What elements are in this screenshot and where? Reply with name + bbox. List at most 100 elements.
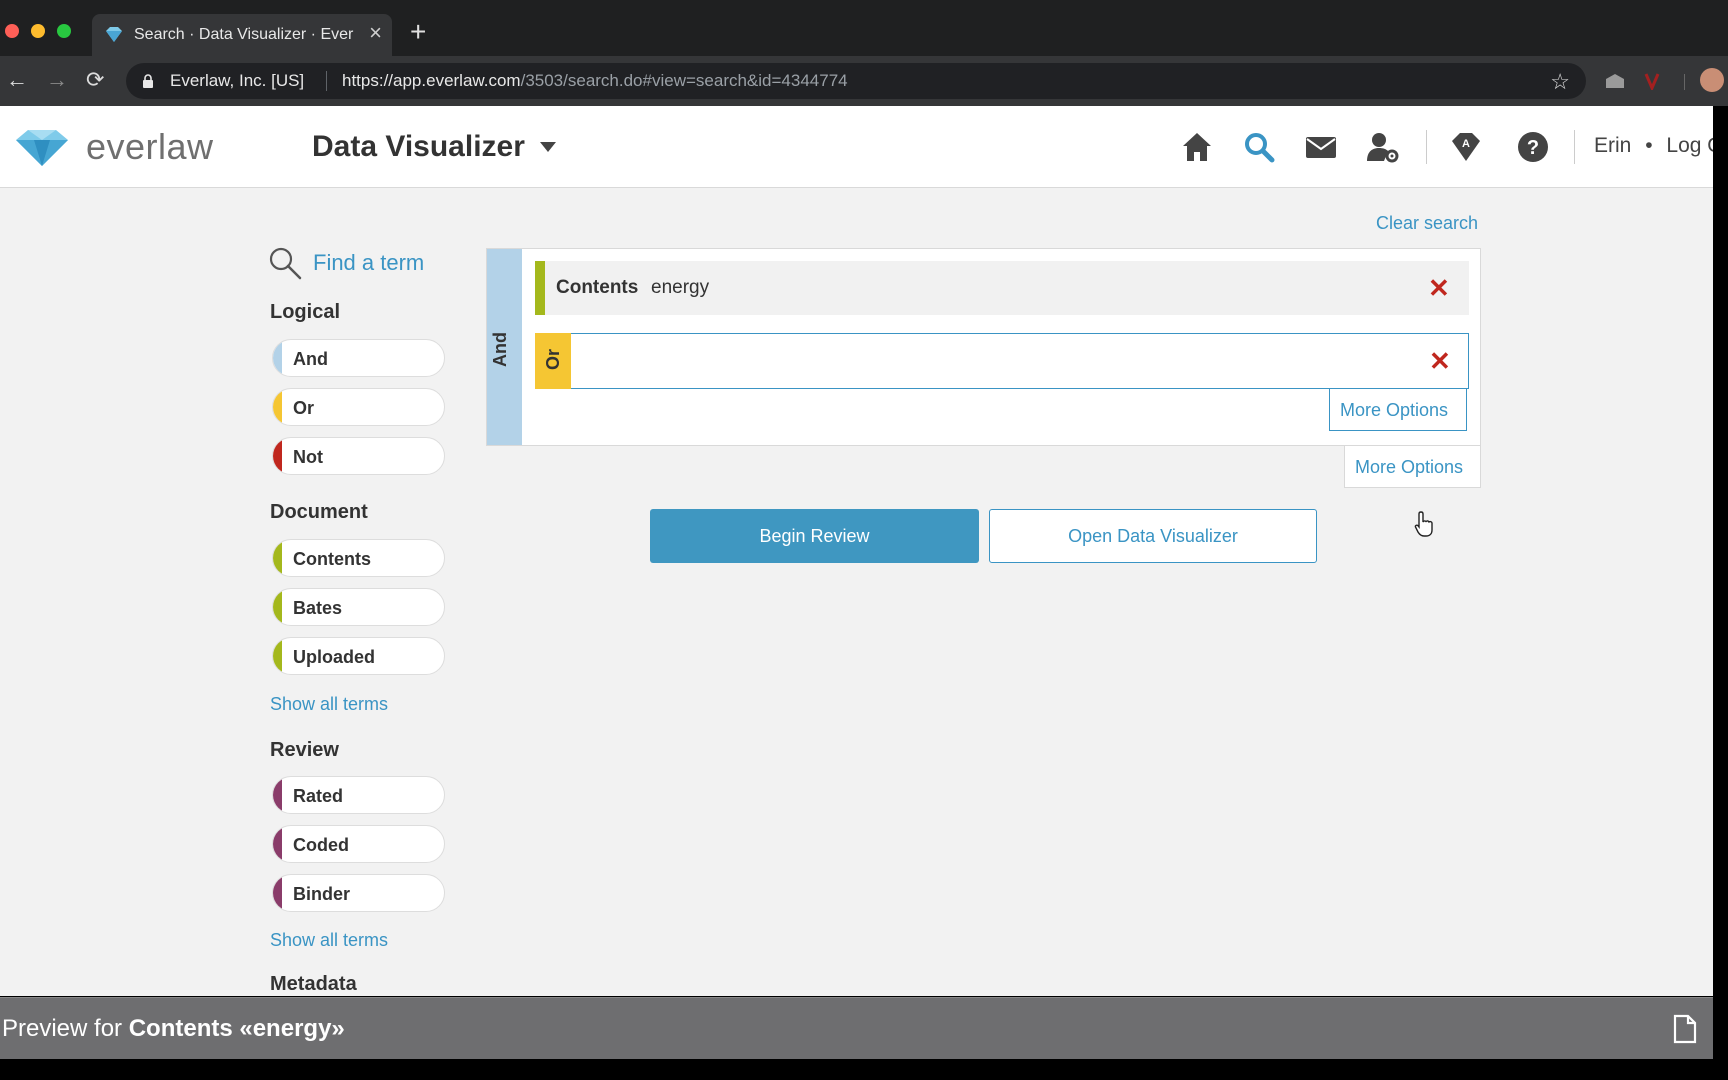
browser-toolbar: ← → ⟳ Everlaw, Inc. [US] https://app.eve…	[0, 56, 1728, 106]
help-icon[interactable]: ?	[1516, 130, 1550, 164]
project-name[interactable]: Data Visualizer	[312, 130, 525, 164]
remove-term-close-icon[interactable]: ✕	[1428, 275, 1450, 301]
term-pill-and[interactable]: And	[272, 339, 445, 377]
url-path: /3503/search.do#view=search&id=4344774	[520, 71, 848, 90]
user-name[interactable]: Erin	[1594, 134, 1631, 157]
term-pill-rated[interactable]: Rated	[272, 776, 445, 814]
term-value[interactable]: energy	[651, 277, 709, 299]
window-minimize-button[interactable]	[31, 24, 45, 38]
profile-avatar[interactable]	[1700, 68, 1724, 92]
app-header: everlaw Data Visualizer A ? Erin • Log	[0, 106, 1713, 188]
logo-wordmark[interactable]: everlaw	[86, 126, 214, 168]
everlaw-favicon-icon	[106, 27, 122, 42]
omnibox-divider	[326, 71, 327, 91]
preview-subject: Contents «energy»	[128, 1015, 345, 1042]
tab-close-icon[interactable]: ×	[369, 22, 382, 44]
logical-section-title: Logical	[270, 301, 341, 323]
preview-bar[interactable]: Preview for Contents «energy»	[0, 997, 1713, 1059]
show-all-review-terms-link[interactable]: Show all terms	[270, 930, 388, 951]
and-operator-label-wrap: And	[487, 329, 522, 369]
project-dropdown-icon[interactable]	[540, 142, 556, 152]
remove-or-group-close-icon[interactable]: ✕	[1429, 348, 1451, 374]
pill-color-bar	[273, 589, 282, 625]
term-pill-contents[interactable]: Contents	[272, 539, 445, 577]
find-term-link[interactable]: Find a term	[313, 250, 424, 276]
term-pill-coded[interactable]: Coded	[272, 825, 445, 863]
everlaw-app: everlaw Data Visualizer A ? Erin • Log F…	[0, 106, 1713, 996]
metadata-section-title: Metadata	[270, 973, 357, 995]
address-bar[interactable]: Everlaw, Inc. [US] https://app.everlaw.c…	[126, 63, 1586, 99]
pill-label: Bates	[293, 598, 343, 618]
more-options-outer-label: More Options	[1355, 457, 1464, 477]
browser-tab-strip: Search · Data Visualizer · Everlaw × +	[0, 0, 1728, 56]
pill-label: Or	[293, 398, 315, 418]
search-term-contents[interactable]: Contents energy ✕	[535, 261, 1469, 315]
site-identity: Everlaw, Inc. [US]	[170, 71, 305, 90]
and-operator-label: And	[490, 332, 510, 367]
more-options-inner-label: More Options	[1340, 400, 1449, 420]
pill-color-bar	[273, 777, 282, 813]
term-field: Contents	[556, 277, 639, 298]
reload-button[interactable]: ⟳	[86, 66, 104, 94]
document-icon[interactable]	[1672, 1014, 1698, 1044]
pill-label: Binder	[293, 884, 351, 904]
pill-color-bar	[273, 875, 282, 911]
toolbar-divider	[1684, 74, 1685, 90]
pill-color-bar	[273, 638, 282, 674]
begin-review-button[interactable]: Begin Review	[650, 509, 979, 563]
pill-color-bar	[273, 540, 282, 576]
lock-icon	[143, 74, 153, 88]
pill-label: Not	[293, 447, 323, 467]
preview-prefix: Preview for	[2, 1015, 129, 1042]
pill-label: Contents	[293, 549, 371, 569]
more-options-outer-button[interactable]: More Options	[1344, 446, 1481, 488]
mail-icon[interactable]	[1304, 130, 1338, 164]
extension-icon[interactable]	[1604, 72, 1626, 90]
back-button[interactable]: ←	[6, 66, 28, 94]
forward-button[interactable]: →	[46, 66, 68, 94]
term-pill-binder[interactable]: Binder	[272, 874, 445, 912]
logout-link[interactable]: Log Out	[1666, 134, 1713, 157]
document-section-title: Document	[270, 501, 368, 523]
pill-color-bar	[273, 389, 282, 425]
and-operator-bar[interactable]: And	[487, 249, 522, 445]
user-menu: Erin • Log Out	[1594, 134, 1713, 158]
pill-color-bar	[273, 340, 282, 376]
term-pill-bates[interactable]: Bates	[272, 588, 445, 626]
clear-search-link[interactable]: Clear search	[1376, 213, 1478, 234]
pill-label: Coded	[293, 835, 349, 855]
review-section-title: Review	[270, 739, 339, 761]
everlaw-logo-icon[interactable]	[14, 128, 70, 168]
show-all-document-terms-link[interactable]: Show all terms	[270, 694, 388, 715]
header-divider	[1426, 130, 1427, 164]
hand-pointer-cursor-icon	[1414, 511, 1433, 537]
svg-text:?: ?	[1527, 137, 1539, 159]
term-pill-uploaded[interactable]: Uploaded	[272, 637, 445, 675]
svg-text:A: A	[1462, 138, 1470, 150]
home-icon[interactable]	[1180, 130, 1214, 164]
user-admin-icon[interactable]	[1366, 130, 1400, 164]
find-term-search-icon[interactable]	[268, 246, 302, 280]
user-separator: •	[1645, 134, 1653, 157]
new-tab-button[interactable]: +	[410, 18, 426, 46]
search-icon[interactable]	[1242, 130, 1276, 164]
gem-icon[interactable]: A	[1449, 130, 1483, 164]
open-data-visualizer-button[interactable]: Open Data Visualizer	[989, 509, 1317, 563]
browser-tab[interactable]: Search · Data Visualizer · Everlaw ×	[92, 14, 392, 56]
url-text[interactable]: https://app.everlaw.com/3503/search.do#v…	[342, 71, 848, 91]
screen-edge	[1713, 106, 1728, 1080]
more-options-inner-button[interactable]: More Options	[1329, 389, 1467, 431]
url-host: https://app.everlaw.com	[342, 71, 521, 90]
pill-label: Uploaded	[293, 647, 376, 667]
pill-label: And	[293, 349, 328, 369]
or-operator-tab[interactable]: Or	[535, 333, 571, 389]
window-zoom-button[interactable]	[57, 24, 71, 38]
term-pill-or[interactable]: Or	[272, 388, 445, 426]
bookmark-star-icon[interactable]: ☆	[1550, 69, 1570, 95]
window-close-button[interactable]	[5, 24, 19, 38]
extension-icon[interactable]	[1642, 72, 1664, 90]
term-color-bar	[535, 261, 545, 315]
or-group[interactable]: Or ✕	[535, 333, 1469, 389]
term-pill-not[interactable]: Not	[272, 437, 445, 475]
pill-color-bar	[273, 438, 282, 474]
